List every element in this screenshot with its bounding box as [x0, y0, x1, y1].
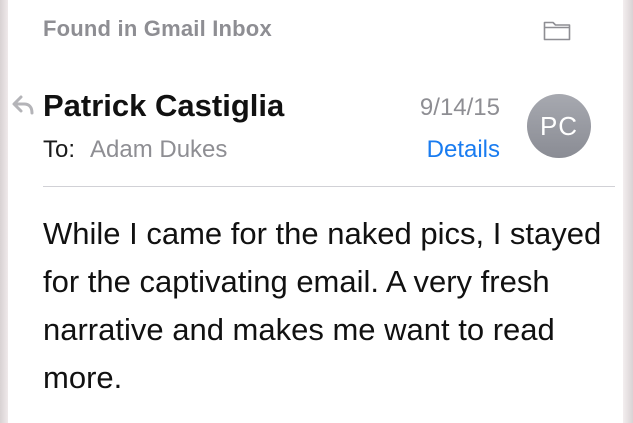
- reply-arrow-icon: [12, 95, 34, 115]
- avatar[interactable]: PC: [527, 94, 591, 158]
- email-card: Found in Gmail Inbox Patrick Castiglia T…: [0, 0, 633, 423]
- recipient-name[interactable]: Adam Dukes: [90, 136, 227, 164]
- details-link[interactable]: Details: [390, 136, 500, 164]
- message-date: 9/14/15: [419, 94, 500, 121]
- message-body: While I came for the naked pics, I staye…: [43, 216, 602, 395]
- recipient-label: To:: [43, 136, 76, 163]
- found-in-label: Found in Gmail Inbox: [43, 16, 272, 41]
- folder-icon[interactable]: [543, 19, 571, 41]
- header-divider: [43, 186, 615, 187]
- sender-name[interactable]: Patrick Castiglia: [43, 88, 284, 124]
